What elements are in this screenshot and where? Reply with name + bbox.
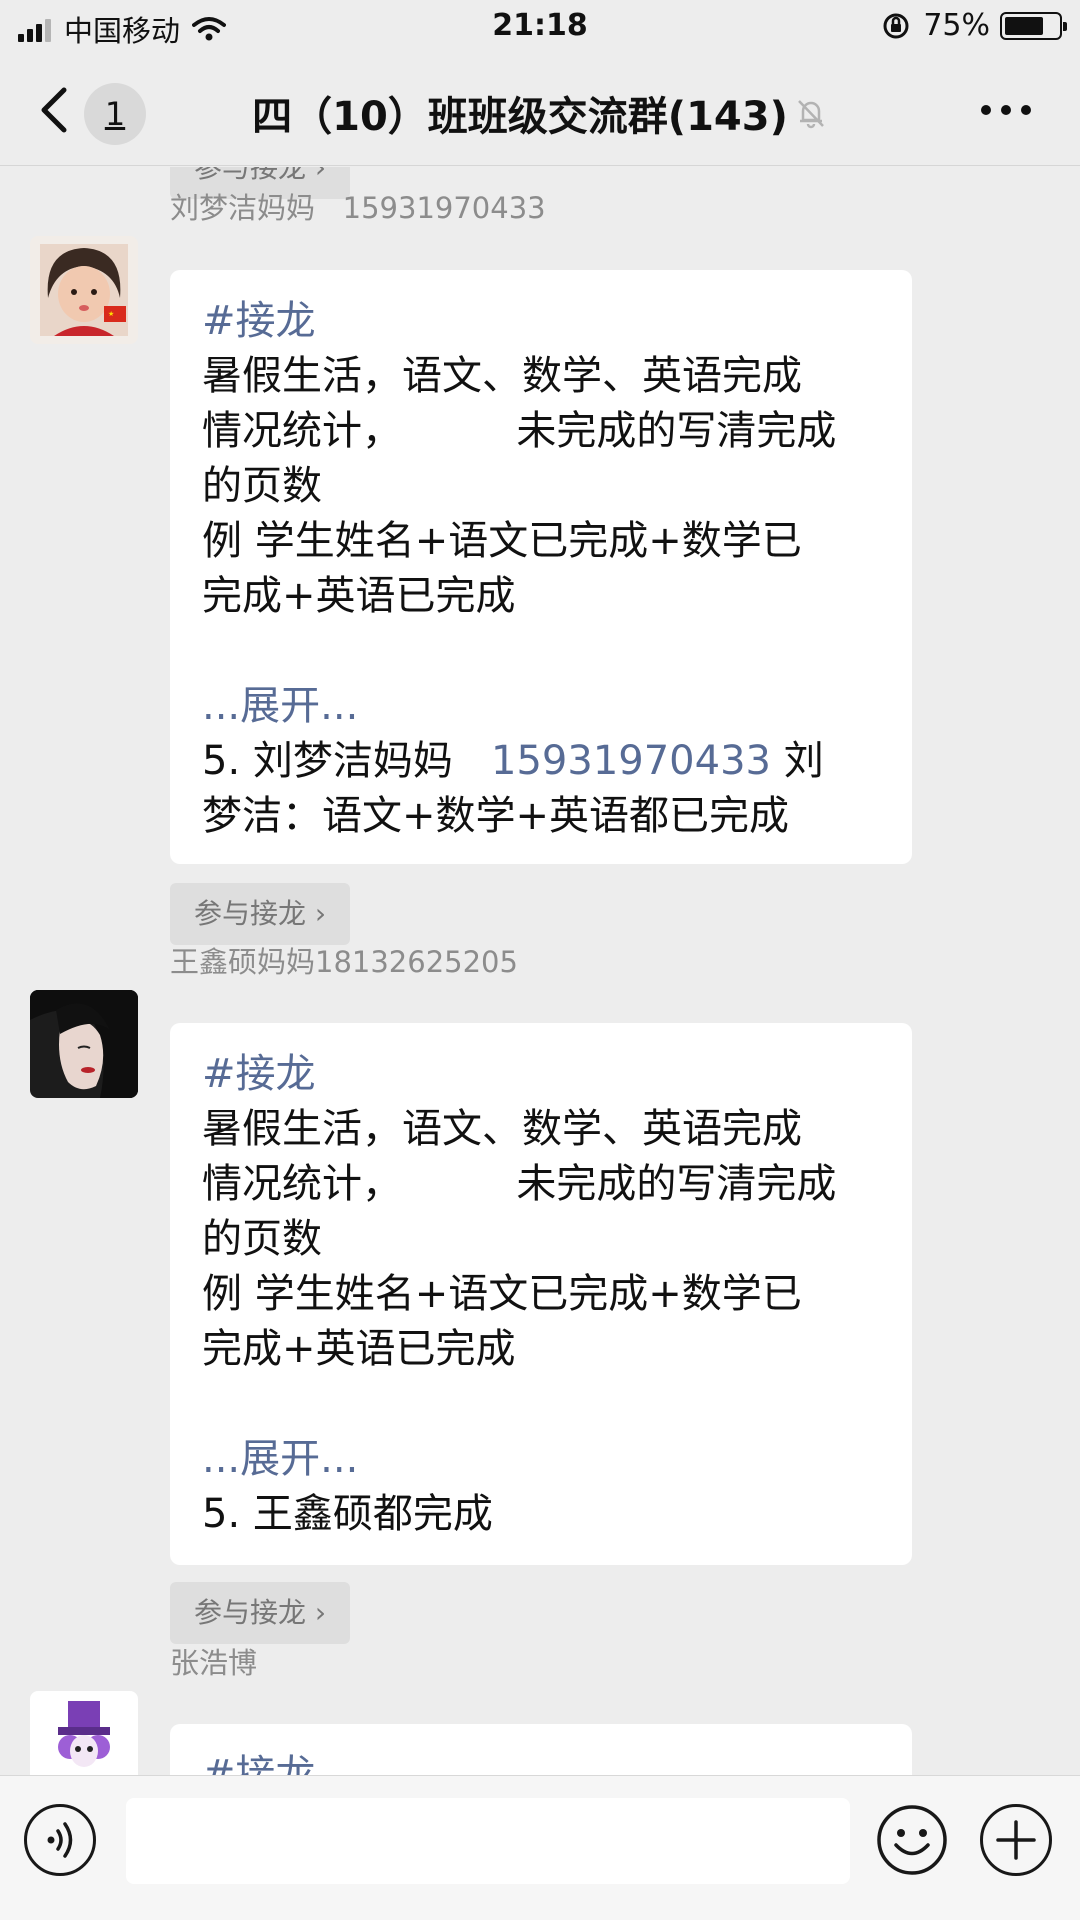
chain-entry-line2: 梦洁：语文+数学+英语都已完成 xyxy=(202,793,790,839)
sender-name: 张浩博 xyxy=(170,1646,258,1680)
nav-bar: 1 四（10）班班级交流群(143) xyxy=(0,54,1080,166)
chain-tag[interactable]: #接龙 xyxy=(202,294,880,349)
message-line: 情况统计， 未完成的写清完成 xyxy=(202,1161,837,1207)
message-line: 完成+英语已完成 xyxy=(202,573,516,619)
message-line: 完成+英语已完成 xyxy=(202,1326,516,1372)
chain-entry-prefix: 5. 刘梦洁妈妈 xyxy=(202,738,492,784)
message-line: 例 学生姓名+语文已完成+数学已 xyxy=(202,518,802,564)
message-bubble[interactable]: #接龙 暑假生活，语文、数学、英语完成 情况统计， 未完成的写清完成 的页数 例… xyxy=(170,1023,912,1565)
join-chain-button[interactable]: 参与接龙 › xyxy=(170,1582,350,1644)
avatar-hatter-icon xyxy=(30,1691,138,1775)
svg-text:★: ★ xyxy=(108,310,114,318)
message-line: 情况统计， 未完成的写清完成 xyxy=(202,408,837,454)
avatar[interactable]: ★ xyxy=(30,236,138,344)
avatar[interactable] xyxy=(30,990,138,1098)
expand-link[interactable]: ...展开... xyxy=(202,679,880,734)
message-input[interactable] xyxy=(126,1798,850,1884)
message-line: 的页数 xyxy=(202,1216,322,1262)
status-bar: 中国移动 21:18 75% xyxy=(0,0,1080,54)
message-line: 暑假生活，语文、数学、英语完成 xyxy=(202,1106,802,1152)
message-line: 的页数 xyxy=(202,463,322,509)
message-bubble[interactable]: #接龙 暑假生活，语文、数学、英语完成 情况统计， 未完成的写清完成 的页数 例… xyxy=(170,270,912,864)
message-bubble[interactable]: #接龙 xyxy=(170,1724,912,1775)
voice-icon xyxy=(47,1822,73,1858)
sender-name: 王鑫硕妈妈18132625205 xyxy=(170,945,518,979)
sender-name: 刘梦洁妈妈 15931970433 xyxy=(170,191,546,225)
voice-button[interactable] xyxy=(24,1804,96,1876)
page-title: 四（10）班班级交流群(143) xyxy=(0,84,1080,142)
emoji-icon[interactable] xyxy=(876,1804,948,1876)
message-line: 例 学生姓名+语文已完成+数学已 xyxy=(202,1271,802,1317)
phone-link[interactable]: 15931970433 xyxy=(491,738,771,784)
chain-entry-suffix: 刘 xyxy=(770,738,824,784)
avatar-girl-icon: ★ xyxy=(30,236,138,344)
bell-muted-icon xyxy=(797,100,824,129)
avatar[interactable] xyxy=(30,1691,138,1775)
battery-icon xyxy=(1000,11,1067,40)
status-right: 75% xyxy=(881,8,1067,43)
rotation-lock-icon xyxy=(883,13,909,38)
chain-tag[interactable]: #接龙 xyxy=(202,1748,880,1775)
avatar-woman-icon xyxy=(30,990,138,1098)
battery-percent: 75% xyxy=(923,8,990,43)
chain-tag[interactable]: #接龙 xyxy=(202,1047,880,1102)
chain-entry: 5. 王鑫硕都完成 xyxy=(202,1491,493,1537)
join-chain-button[interactable]: 参与接龙 › xyxy=(170,883,350,945)
chat-message-list[interactable]: 参与接龙 › ★ 刘梦洁妈妈 15931970433 #接龙 暑假生活，语文、数… xyxy=(0,167,1080,1775)
plus-icon xyxy=(996,1820,1036,1860)
more-dots-icon[interactable] xyxy=(978,98,1034,122)
message-line: 暑假生活，语文、数学、英语完成 xyxy=(202,353,802,399)
input-bar xyxy=(0,1775,1080,1920)
expand-link[interactable]: ...展开... xyxy=(202,1432,880,1487)
more-functions-button[interactable] xyxy=(980,1804,1052,1876)
chain-entry: 5. 刘梦洁妈妈 15931970433 刘 xyxy=(202,734,880,789)
chat-title: 四（10）班班级交流群(143) xyxy=(252,94,788,140)
